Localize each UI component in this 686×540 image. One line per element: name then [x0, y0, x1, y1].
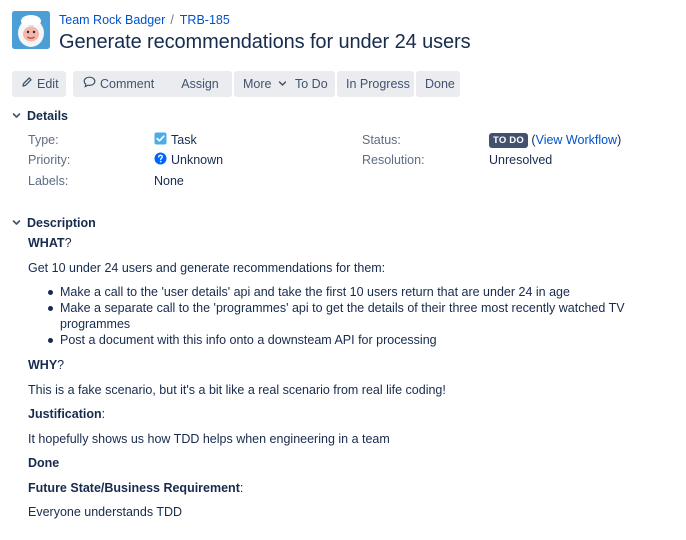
labels-label: Labels: [28, 174, 69, 188]
list-item: Make a separate call to the 'programmes'… [28, 300, 638, 332]
comment-button[interactable]: Comment [73, 71, 173, 97]
assign-button[interactable]: Assign [168, 71, 232, 97]
chevron-down-icon [12, 216, 21, 230]
edit-button-label: Edit [37, 77, 59, 91]
more-button[interactable]: More [234, 71, 291, 97]
edit-button[interactable]: Edit [12, 71, 66, 97]
done-heading-text: Done [28, 456, 60, 470]
what-heading-text: WHAT [28, 236, 65, 250]
justification-heading: Justification: [28, 407, 105, 421]
what-heading: WHAT? [28, 236, 72, 250]
status-label: Status: [362, 133, 401, 147]
breadcrumb-project-link[interactable]: Team Rock Badger [59, 13, 165, 27]
description-heading: Description [27, 216, 96, 230]
resolution-value: Unresolved [489, 153, 553, 167]
type-value-text: Task [171, 133, 197, 147]
type-label: Type: [28, 133, 59, 147]
chevron-down-icon [12, 109, 21, 123]
description-intro: Get 10 under 24 users and generate recom… [28, 261, 386, 275]
pencil-icon [21, 71, 33, 97]
priority-value: Unknown [154, 152, 224, 168]
what-question-mark: ? [64, 236, 72, 250]
project-avatar-icon[interactable] [12, 11, 50, 49]
future-state-text: Everyone understands TDD [28, 505, 183, 519]
task-checkbox-icon [154, 132, 167, 148]
justification-text: It hopefully shows us how TDD helps when… [28, 432, 390, 446]
priority-label: Priority: [28, 153, 71, 167]
priority-value-text: Unknown [171, 153, 224, 167]
future-state-colon: : [239, 481, 244, 495]
todo-button-label: To Do [295, 77, 328, 91]
labels-value[interactable]: None [154, 174, 184, 188]
more-button-label: More [243, 77, 272, 91]
status-lozenge: TO DO [489, 133, 528, 148]
why-heading: WHY? [28, 358, 64, 372]
breadcrumb: Team Rock Badger / TRB-185 [59, 13, 230, 27]
speech-bubble-icon [83, 71, 96, 97]
done-button-label: Done [425, 77, 455, 91]
status-paren-close: ) [617, 133, 622, 147]
list-item: Post a document with this info onto a do… [28, 332, 638, 348]
description-section-header[interactable]: Description [12, 216, 96, 230]
breadcrumb-issue-key-link[interactable]: TRB-185 [180, 13, 230, 27]
in-progress-button-label: In Progress [346, 77, 410, 91]
in-progress-transition-button[interactable]: In Progress [337, 71, 414, 97]
details-section-header[interactable]: Details [12, 109, 68, 123]
todo-transition-button[interactable]: To Do [286, 71, 335, 97]
resolution-label: Resolution: [362, 153, 425, 167]
why-text: This is a fake scenario, but it's a bit … [28, 383, 446, 397]
future-state-heading-text: Future State/Business Requirement [28, 481, 240, 495]
issue-view: Team Rock Badger / TRB-185 Generate recomm… [0, 0, 686, 540]
assign-button-label: Assign [181, 77, 219, 91]
future-state-heading: Future State/Business Requirement: [28, 481, 243, 495]
breadcrumb-separator: / [170, 13, 174, 27]
justification-colon: : [101, 407, 106, 421]
why-question-mark: ? [57, 358, 65, 372]
done-heading: Done [28, 456, 59, 470]
comment-button-label: Comment [100, 77, 155, 91]
justification-heading-text: Justification [28, 407, 102, 421]
details-heading: Details [27, 109, 68, 123]
question-mark-icon [154, 152, 167, 168]
view-workflow-link[interactable]: View Workflow [536, 133, 618, 147]
type-value: Task [154, 132, 197, 148]
status-value: TO DO (View Workflow) [489, 133, 621, 148]
done-transition-button[interactable]: Done [416, 71, 460, 97]
list-item: Make a call to the 'user details' api an… [28, 284, 638, 300]
why-heading-text: WHY [28, 358, 58, 372]
description-bullet-list: Make a call to the 'user details' api an… [28, 284, 638, 348]
issue-title[interactable]: Generate recommendations for under 24 us… [59, 31, 471, 54]
